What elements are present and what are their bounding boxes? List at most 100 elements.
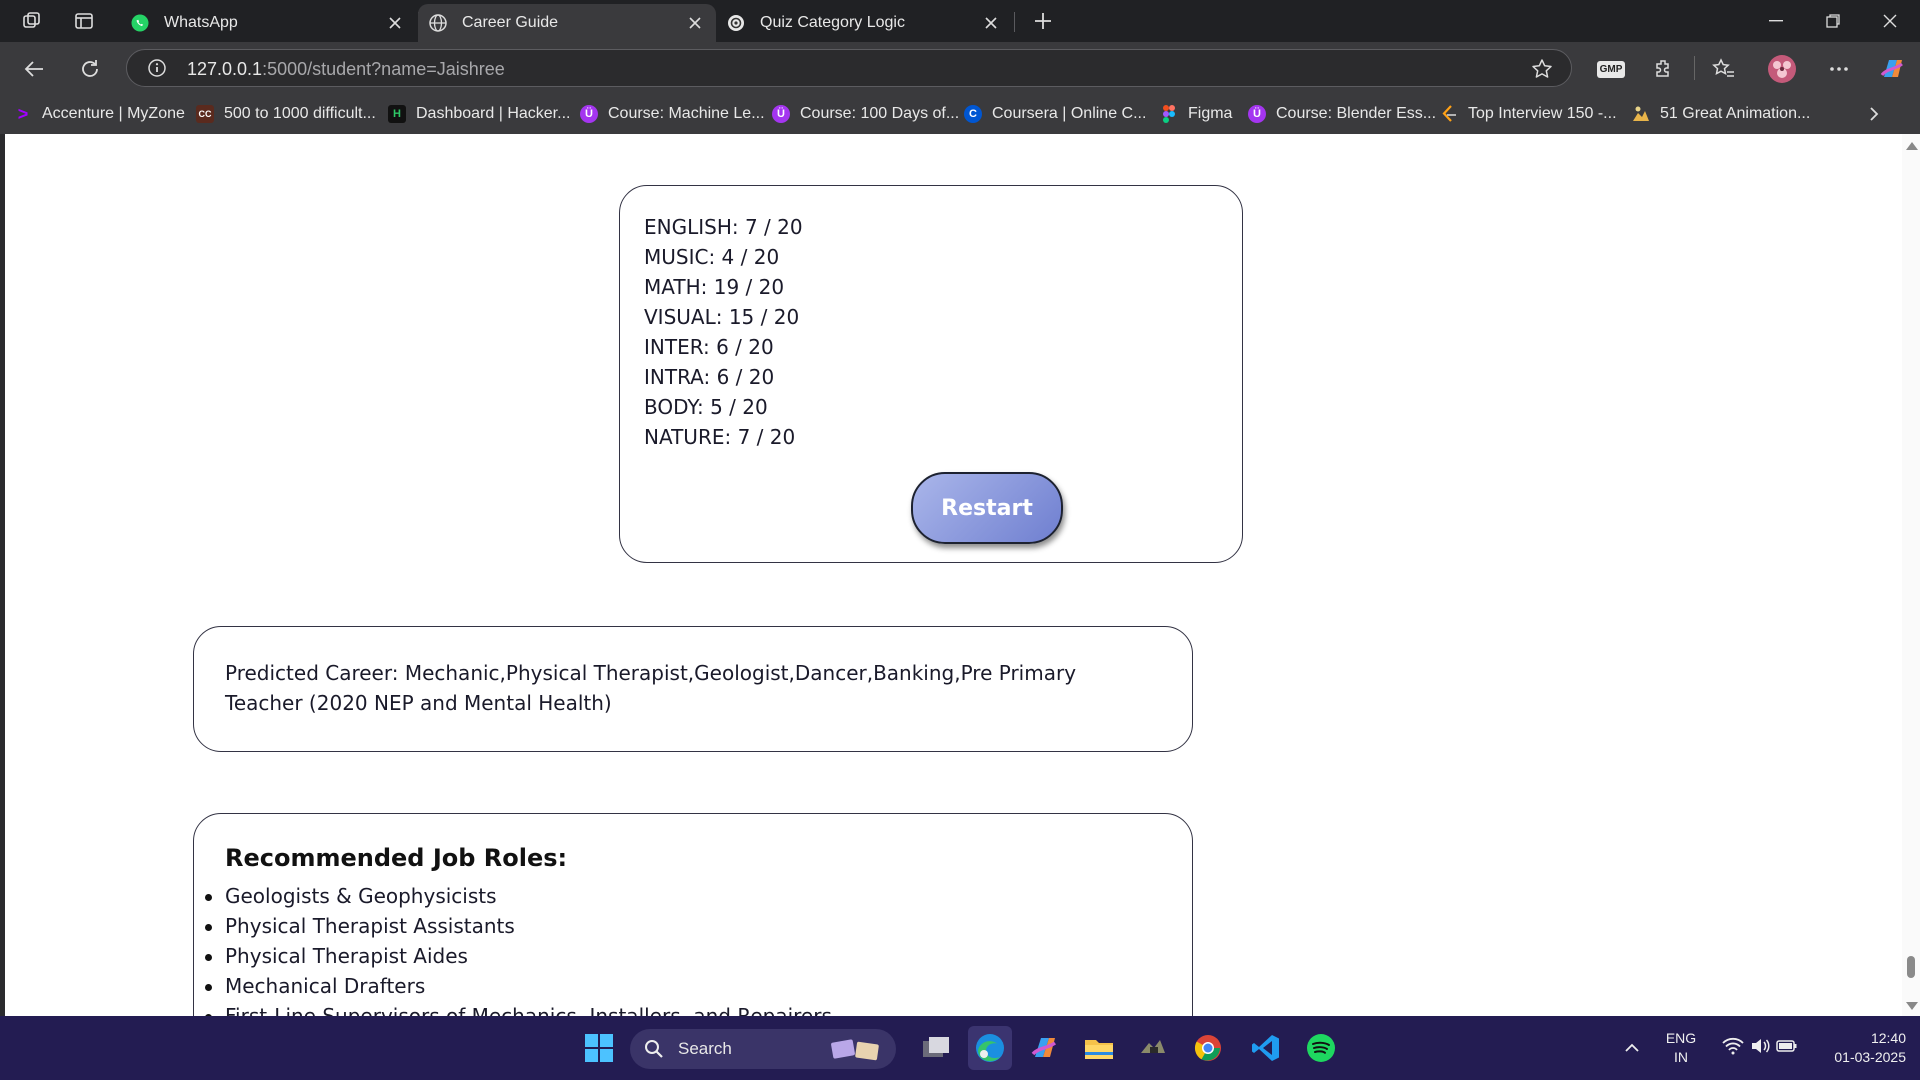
favorite-star-icon[interactable] (1531, 58, 1553, 80)
tab-quiz-category-logic[interactable]: Quiz Category Logic (716, 4, 1012, 42)
back-icon[interactable] (17, 52, 51, 86)
scroll-down-arrow-icon[interactable] (1906, 1002, 1918, 1010)
score-item: MUSIC: 4 / 20 (644, 245, 780, 269)
hackerrank-icon: H (388, 105, 406, 123)
figma-icon (1160, 105, 1178, 123)
close-window-icon[interactable] (1862, 0, 1918, 42)
bookmark-accenture[interactable]: > Accenture | MyZone (14, 102, 185, 126)
accenture-icon: > (17, 103, 29, 124)
bookmark-hackerrank[interactable]: H Dashboard | Hacker... (388, 102, 570, 126)
reload-icon[interactable] (73, 52, 107, 86)
tab-career-guide[interactable]: Career Guide (418, 4, 716, 42)
score-item: VISUAL: 15 / 20 (644, 305, 800, 329)
bookmarks-overflow-chevron-icon[interactable] (1868, 102, 1880, 126)
bookmark-100-days[interactable]: Ü Course: 100 Days of... (772, 102, 959, 126)
region-code: IN (1674, 1049, 1688, 1065)
workspaces-icon[interactable] (17, 6, 47, 36)
tab-whatsapp[interactable]: WhatsApp (120, 4, 416, 42)
close-tab-icon[interactable] (384, 12, 406, 34)
start-button[interactable] (577, 1026, 621, 1070)
system-status-icons[interactable] (1714, 1026, 1806, 1070)
predicted-career-text: Predicted Career: Mechanic,Physical Ther… (225, 661, 1077, 715)
bookmark-coursera[interactable]: C Coursera | Online C... (964, 102, 1146, 126)
vscode-icon[interactable] (1244, 1026, 1288, 1070)
volume-icon (1750, 1037, 1770, 1060)
close-tab-icon[interactable] (684, 12, 706, 34)
score-item: INTER: 6 / 20 (644, 335, 774, 359)
page-scrollbar[interactable] (1902, 134, 1920, 1016)
bookmarks-bar: > Accenture | MyZone CC 500 to 1000 diff… (0, 94, 1920, 134)
tab-title: Career Guide (462, 14, 559, 31)
bookmark-figma[interactable]: Figma (1160, 102, 1232, 126)
file-explorer-icon[interactable] (1077, 1026, 1121, 1070)
windows-taskbar: Search ENG IN 12:40 01-03-2025 (0, 1016, 1920, 1080)
url-host: 127.0.0.1 (187, 59, 263, 79)
bookmark-label: 500 to 1000 difficult... (224, 105, 376, 122)
bookmark-machine-learning[interactable]: Ü Course: Machine Le... (580, 102, 765, 126)
jobs-list: Geologists & Geophysicists Physical Ther… (205, 881, 832, 1016)
tab-actions-icon[interactable] (69, 6, 99, 36)
jobs-heading: Recommended Job Roles: (225, 844, 568, 872)
tab-title: Quiz Category Logic (760, 14, 905, 31)
bookmark-leetcode[interactable]: Top Interview 150 -... (1440, 102, 1617, 126)
bookmark-label: 51 Great Animation... (1660, 105, 1811, 122)
tab-divider (1014, 12, 1015, 32)
address-bar[interactable]: 127.0.0.1:5000/student?name=Jaishree (126, 49, 1572, 87)
list-item: Mechanical Drafters (205, 971, 832, 1001)
site-info-icon[interactable] (147, 58, 167, 78)
clock-date: 01-03-2025 (1834, 1049, 1906, 1065)
profile-avatar[interactable] (1767, 54, 1797, 84)
edge-browser-icon[interactable] (968, 1026, 1012, 1070)
extensions-icon[interactable] (1649, 54, 1679, 84)
bookmark-label: Top Interview 150 -... (1468, 105, 1617, 122)
bookmark-label: Course: Machine Le... (608, 105, 765, 122)
more-options-icon[interactable] (1824, 54, 1854, 84)
bookmark-500-to-1000[interactable]: CC 500 to 1000 difficult... (196, 102, 376, 126)
animation-icon (1632, 105, 1650, 123)
score-list: ENGLISH: 7 / 20 MUSIC: 4 / 20 MATH: 19 /… (644, 212, 803, 452)
predicted-career-card: Predicted Career: Mechanic,Physical Ther… (193, 626, 1193, 752)
copilot-icon[interactable] (1877, 54, 1907, 84)
bookmark-label: Coursera | Online C... (992, 105, 1147, 122)
coursera-icon: C (964, 105, 982, 123)
url-path: :5000/student?name=Jaishree (262, 59, 505, 79)
copilot-app-icon[interactable] (1022, 1026, 1066, 1070)
search-highlight-icon (830, 1035, 884, 1068)
score-card: ENGLISH: 7 / 20 MUSIC: 4 / 20 MATH: 19 /… (619, 185, 1243, 563)
scrollbar-thumb[interactable] (1907, 956, 1915, 978)
system-clock[interactable]: 12:40 01-03-2025 (1812, 1016, 1906, 1080)
gmp-extension-icon[interactable]: GMP (1596, 54, 1626, 84)
list-item: Geologists & Geophysicists (205, 881, 832, 911)
input-language-indicator[interactable]: ENG IN (1662, 1016, 1700, 1080)
score-item: MATH: 19 / 20 (644, 275, 785, 299)
bookmark-label: Figma (1188, 105, 1233, 122)
show-hidden-icons-chevron-icon[interactable] (1610, 1026, 1654, 1070)
bookmark-label: Course: 100 Days of... (800, 105, 960, 122)
leetcode-icon (1440, 105, 1458, 123)
page-viewport: ENGLISH: 7 / 20 MUSIC: 4 / 20 MATH: 19 /… (5, 134, 1902, 1016)
bookmark-label: Dashboard | Hacker... (416, 105, 571, 122)
bookmark-label: Accenture | MyZone (42, 105, 185, 122)
spotify-icon[interactable] (1299, 1026, 1343, 1070)
new-tab-icon[interactable] (1028, 6, 1058, 36)
game-app-icon[interactable] (1131, 1026, 1175, 1070)
toolbar-divider (1694, 56, 1695, 80)
udemy-icon: Ü (1248, 105, 1266, 123)
tab-title: WhatsApp (164, 14, 238, 31)
close-tab-icon[interactable] (980, 12, 1002, 34)
score-item: BODY: 5 / 20 (644, 395, 768, 419)
bookmark-label: Course: Blender Ess... (1276, 105, 1437, 122)
scroll-up-arrow-icon[interactable] (1906, 142, 1918, 150)
score-item: INTRA: 6 / 20 (644, 365, 775, 389)
favorites-icon[interactable] (1709, 54, 1739, 84)
taskbar-search-box[interactable]: Search (630, 1029, 896, 1069)
minimize-icon[interactable] (1748, 0, 1804, 42)
search-icon (644, 1039, 664, 1059)
bookmark-animation[interactable]: 51 Great Animation... (1632, 102, 1810, 126)
bookmark-blender[interactable]: Ü Course: Blender Ess... (1248, 102, 1436, 126)
restart-button[interactable]: Restart (911, 472, 1063, 544)
chrome-icon[interactable] (1186, 1026, 1230, 1070)
url-text[interactable]: 127.0.0.1:5000/student?name=Jaishree (187, 59, 505, 80)
task-view-icon[interactable] (914, 1026, 958, 1070)
restore-icon[interactable] (1805, 0, 1861, 42)
